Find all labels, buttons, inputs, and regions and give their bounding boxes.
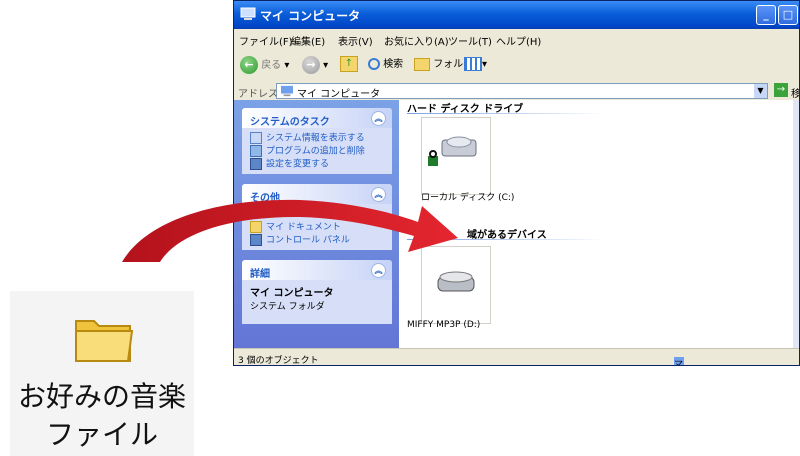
drag-arrow-icon bbox=[122, 199, 458, 262]
